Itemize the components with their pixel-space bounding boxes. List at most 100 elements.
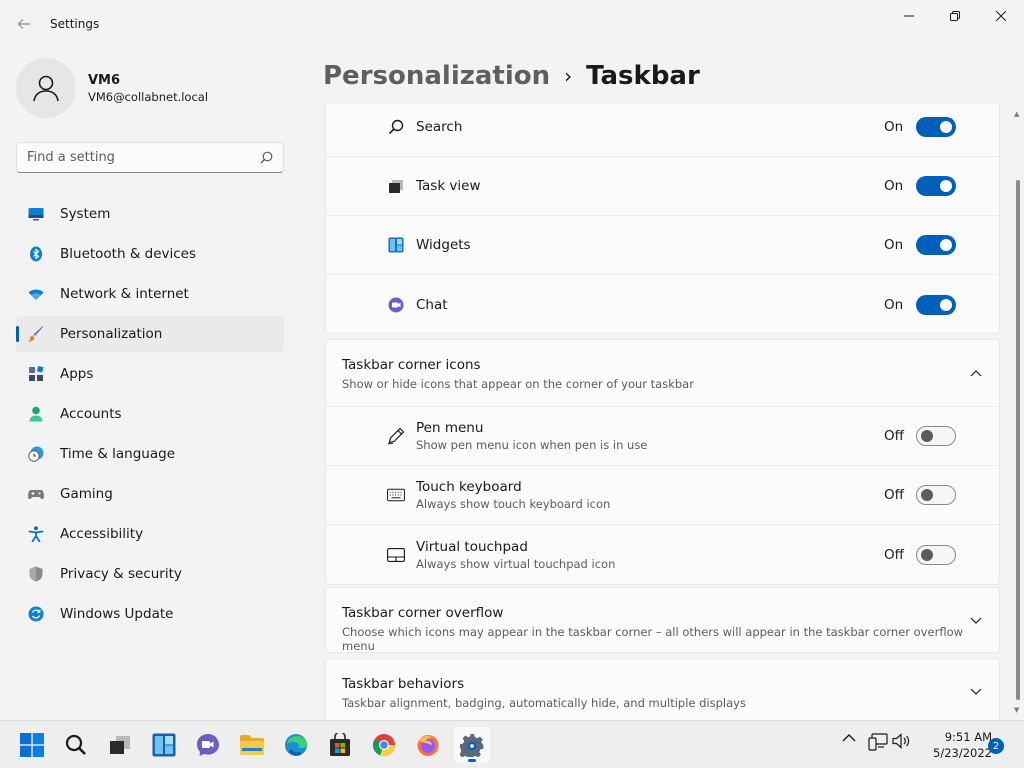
- taskbar-edge-button[interactable]: [278, 727, 314, 763]
- taskbar-firefox-button[interactable]: [410, 727, 446, 763]
- start-button[interactable]: [14, 727, 50, 763]
- show-hidden-icons-button[interactable]: [842, 733, 856, 742]
- keyboard-icon: [387, 486, 405, 504]
- toggle-state-label: Off: [884, 546, 904, 563]
- scroll-down-icon[interactable]: ▼: [1014, 706, 1019, 714]
- setting-row-pen-menu[interactable]: Pen menu Show pen menu icon when pen is …: [326, 407, 999, 466]
- setting-label: Virtual touchpad: [416, 538, 528, 555]
- volume-button[interactable]: [892, 733, 912, 749]
- toggle-state-label: On: [884, 119, 904, 135]
- store-icon: [330, 733, 350, 756]
- network-icon: [868, 733, 888, 751]
- sidebar-item-bluetooth[interactable]: Bluetooth & devices: [16, 236, 284, 272]
- chevron-down-icon[interactable]: [969, 614, 983, 628]
- taskbar-store-button[interactable]: [322, 727, 358, 763]
- sidebar-item-system[interactable]: System: [16, 196, 284, 232]
- notification-badge[interactable]: 2: [988, 738, 1004, 754]
- setting-row-widgets[interactable]: Widgets On: [326, 216, 999, 275]
- setting-label: Pen menu: [416, 420, 484, 436]
- taskbar-widgets-button[interactable]: [146, 727, 182, 763]
- scrollbar-thumb[interactable]: [1016, 180, 1020, 700]
- windows-logo-icon: [20, 733, 44, 757]
- brush-icon: [28, 326, 44, 342]
- toggle-state-label: On: [884, 296, 904, 313]
- profile-email: VM6@collabnet.local: [88, 89, 209, 104]
- chat-toggle[interactable]: [916, 294, 956, 315]
- virtual-touchpad-toggle[interactable]: [916, 544, 956, 565]
- toggle-state-label: On: [884, 178, 904, 194]
- gear-icon: [460, 734, 484, 757]
- pen-menu-toggle[interactable]: [916, 426, 956, 446]
- user-profile[interactable]: VM6 VM6@collabnet.local: [16, 58, 208, 118]
- chevron-down-icon[interactable]: [969, 685, 983, 699]
- setting-row-chat[interactable]: Chat On: [326, 275, 999, 334]
- section-title: Taskbar corner overflow: [342, 605, 504, 621]
- touch-keyboard-toggle[interactable]: [916, 485, 956, 505]
- setting-row-task-view[interactable]: Task view On: [326, 157, 999, 216]
- touchpad-icon: [387, 546, 405, 564]
- close-icon: [996, 11, 1006, 21]
- setting-row-touch-keyboard[interactable]: Touch keyboard Always show touch keyboar…: [326, 466, 999, 525]
- minimize-button[interactable]: [886, 0, 932, 32]
- sidebar-item-network[interactable]: Network & internet: [16, 276, 284, 312]
- app-title: Settings: [50, 17, 100, 31]
- setting-row-virtual-touchpad[interactable]: Virtual touchpad Always show virtual tou…: [326, 525, 999, 584]
- clock-date: 5/23/2022: [933, 746, 992, 760]
- section-description: Taskbar alignment, badging, automaticall…: [342, 696, 746, 710]
- sidebar-item-accounts[interactable]: Accounts: [16, 396, 284, 432]
- task-view-icon: [110, 736, 130, 754]
- chat-icon: [387, 296, 405, 314]
- chevron-up-icon[interactable]: [969, 366, 983, 380]
- breadcrumb-parent[interactable]: Personalization: [323, 61, 550, 91]
- setting-row-search[interactable]: Search On: [326, 104, 999, 157]
- setting-label: Widgets: [416, 237, 471, 253]
- scrollbar[interactable]: ▲ ▼: [1012, 104, 1024, 720]
- search-icon: [387, 118, 405, 136]
- back-button[interactable]: [12, 12, 36, 36]
- widgets-toggle[interactable]: [916, 235, 956, 255]
- sidebar-item-gaming[interactable]: Gaming: [16, 476, 284, 512]
- sidebar-item-time-language[interactable]: Time & language: [16, 436, 284, 472]
- sidebar-item-apps[interactable]: Apps: [16, 356, 284, 392]
- task-view-icon: [387, 177, 405, 195]
- task-view-toggle[interactable]: [916, 176, 956, 196]
- sidebar-item-label: Windows Update: [60, 606, 174, 622]
- monitor-icon: [28, 206, 44, 222]
- clock[interactable]: 9:51 AM 5/23/2022: [912, 729, 992, 761]
- taskbar-chat-button[interactable]: [190, 727, 226, 763]
- setting-description: Show pen menu icon when pen is in use: [416, 438, 648, 452]
- firefox-icon: [417, 735, 439, 756]
- taskbar-file-explorer-button[interactable]: [234, 727, 270, 763]
- sidebar-item-label: Bluetooth & devices: [60, 246, 197, 262]
- clock-time: 9:51 AM: [944, 730, 992, 744]
- sidebar-item-windows-update[interactable]: Windows Update: [16, 596, 284, 632]
- arrow-left-icon: [17, 19, 30, 29]
- taskbar-search-button[interactable]: [58, 727, 94, 763]
- search-toggle[interactable]: [916, 117, 956, 137]
- search-icon: [65, 734, 86, 755]
- search-icon[interactable]: [260, 151, 273, 164]
- chevron-up-icon: [842, 734, 856, 742]
- network-status-button[interactable]: [868, 733, 888, 751]
- sidebar-item-privacy[interactable]: Privacy & security: [16, 556, 284, 592]
- page-title: Taskbar: [586, 61, 700, 91]
- section-description: Show or hide icons that appear on the co…: [342, 377, 694, 391]
- taskbar-chrome-button[interactable]: [366, 727, 402, 763]
- setting-label: Search: [416, 119, 463, 135]
- taskbar-task-view-button[interactable]: [102, 727, 138, 763]
- sidebar-item-accessibility[interactable]: Accessibility: [16, 516, 284, 552]
- close-button[interactable]: [978, 0, 1024, 32]
- sidebar-item-personalization[interactable]: Personalization: [16, 316, 284, 352]
- wifi-icon: [28, 286, 44, 302]
- corner-icons-header[interactable]: Taskbar corner icons Show or hide icons …: [326, 340, 999, 407]
- search-input[interactable]: [27, 150, 260, 165]
- taskbar-settings-button[interactable]: [454, 727, 490, 763]
- person-icon: [33, 75, 59, 102]
- setting-label: Touch keyboard: [416, 479, 522, 495]
- scroll-up-icon[interactable]: ▲: [1014, 110, 1019, 118]
- minimize-icon: [904, 15, 914, 17]
- title-bar: Settings: [0, 0, 1024, 48]
- corner-overflow-card[interactable]: Taskbar corner overflow Choose which ico…: [325, 587, 1000, 653]
- taskbar-behaviors-card[interactable]: Taskbar behaviors Taskbar alignment, bad…: [325, 658, 1000, 720]
- maximize-button[interactable]: [932, 0, 978, 32]
